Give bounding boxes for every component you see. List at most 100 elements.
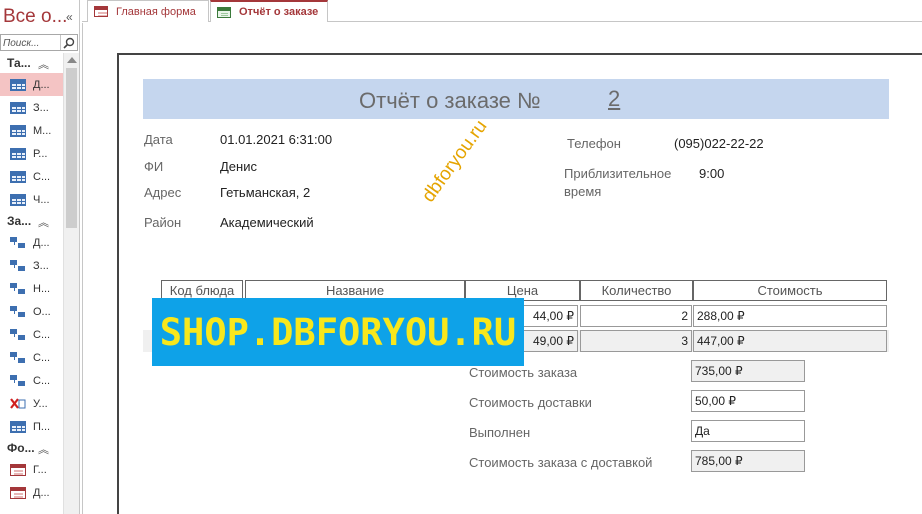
nav-pane-title[interactable]: Все о... [3,6,67,28]
table-icon [10,124,26,137]
nav-item-label: С... [33,328,51,341]
phone-label: Телефон [567,136,621,151]
nav-item-query[interactable]: П... [0,415,63,438]
nav-item-query[interactable]: Д... [0,231,63,254]
order-number: 2 [608,86,621,111]
collapse-chevron-icon[interactable]: ︽ [38,56,49,72]
nav-item-table[interactable]: Д... [0,73,63,96]
navigation-pane: Все о... « Та... ︽ Д... З... М... Р... С.… [0,0,80,514]
collapse-chevron-icon[interactable]: ︽ [38,214,49,230]
report-icon [217,6,231,18]
nav-scrollbar[interactable] [63,53,79,514]
delivery-cost-value: 50,00 ₽ [691,390,805,412]
nav-item-query[interactable]: С... [0,369,63,392]
total-with-delivery-value: 785,00 ₽ [691,450,805,472]
tab-main-form[interactable]: Главная форма [87,0,209,22]
nav-item-label: П... [33,420,51,433]
order-cost-value: 735,00 ₽ [691,360,805,382]
col-header-cost: Стоимость [693,280,887,301]
cell-cost: 288,00 ₽ [693,305,887,327]
delivery-cost-label: Стоимость доставки [469,395,592,410]
form-icon [10,486,26,499]
form-icon [94,6,108,17]
date-value: 01.01.2021 6:31:00 [220,132,333,147]
nav-search-input[interactable] [3,36,59,50]
nav-item-table[interactable]: М... [0,119,63,142]
collapse-chevron-icon[interactable]: ︽ [38,441,49,457]
document-tab-strip: Главная форма Отчёт о заказе [82,0,922,22]
crosstab-icon [10,420,26,433]
eta-value: 9:00 [699,166,725,181]
nav-item-query[interactable]: С... [0,346,63,369]
nav-group-label: За... [7,214,32,228]
nav-collapse-icon[interactable]: « [66,10,73,24]
table-icon [10,78,26,91]
report-header-band: Отчёт о заказе № 2 [143,79,889,119]
nav-item-label: З... [33,101,49,114]
nav-item-label: Д... [33,78,50,91]
tab-label: Отчёт о заказе [239,6,319,18]
query-icon [10,374,26,387]
nav-group-forms[interactable]: Фо... ︽ [0,438,63,458]
nav-item-label: С... [33,351,51,364]
nav-item-query[interactable]: С... [0,323,63,346]
nav-item-query[interactable]: У... [0,392,63,415]
eta-label-line1: Приблизительное [564,166,672,181]
eta-label-line2: время [564,184,602,199]
address-value: Гетьманская, 2 [220,185,311,200]
nav-item-label: М... [33,124,52,137]
tab-label: Главная форма [116,5,196,18]
table-icon [10,170,26,183]
scroll-up-arrow-icon[interactable] [67,57,77,63]
cell-price: 49,00 ₽ [523,330,578,352]
nav-group-queries[interactable]: За... ︽ [0,211,63,231]
district-label: Район [144,215,182,230]
nav-group-label: Та... [7,56,31,70]
cell-cost: 447,00 ₽ [693,330,887,352]
nav-object-list: Та... ︽ Д... З... М... Р... С... Ч... За.… [0,53,63,504]
total-with-delivery-label: Стоимость заказа с доставкой [469,455,653,470]
nav-item-table[interactable]: Р... [0,142,63,165]
nav-item-label: Н... [33,282,51,295]
nav-group-label: Фо... [7,441,35,455]
query-icon [10,236,26,249]
report-page: Отчёт о заказе № 2 Дата 01.01.2021 6:31:… [117,53,922,514]
query-icon [10,282,26,295]
search-icon[interactable] [60,35,77,50]
phone-value: (095)022-22-22 [674,136,764,151]
query-icon [10,259,26,272]
report-title: Отчёт о заказе № [359,88,541,113]
nav-item-form[interactable]: Г... [0,458,63,481]
nav-item-form[interactable]: Д... [0,481,63,504]
watermark-banner-text: SHOP.DBFORYOU.RU [159,310,517,354]
nav-item-label: Р... [33,147,48,160]
nav-group-tables[interactable]: Та... ︽ [0,53,63,73]
cell-quantity: 3 [580,330,692,352]
scrollbar-thumb[interactable] [66,68,77,228]
nav-item-query[interactable]: З... [0,254,63,277]
form-icon [10,463,26,476]
nav-item-label: У... [33,397,48,410]
nav-item-label: Г... [33,463,47,476]
nav-item-label: С... [33,374,51,387]
report-view-area: Отчёт о заказе № 2 Дата 01.01.2021 6:31:… [82,23,922,514]
name-value: Денис [220,159,257,174]
table-icon [10,147,26,160]
table-icon [10,193,26,206]
nav-item-query[interactable]: О... [0,300,63,323]
cell-quantity: 2 [580,305,692,327]
address-label: Адрес [144,185,182,200]
query-icon [10,351,26,364]
district-value: Академический [220,215,314,230]
nav-item-label: С... [33,170,51,183]
nav-item-table[interactable]: З... [0,96,63,119]
nav-item-table[interactable]: С... [0,165,63,188]
name-label: ФИ [144,159,164,174]
date-label: Дата [144,132,173,147]
cell-price: 44,00 ₽ [523,305,578,327]
delete-query-icon [10,397,26,410]
nav-item-table[interactable]: Ч... [0,188,63,211]
tab-order-report[interactable]: Отчёт о заказе [210,0,328,22]
nav-item-label: О... [33,305,51,318]
nav-item-query[interactable]: Н... [0,277,63,300]
